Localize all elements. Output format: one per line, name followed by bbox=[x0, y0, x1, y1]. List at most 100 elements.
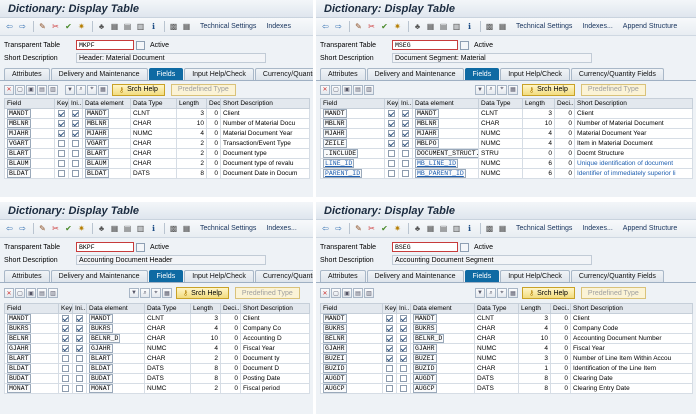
field-name-cell[interactable]: AUGDT bbox=[320, 373, 383, 384]
key-cell-checkbox[interactable] bbox=[388, 119, 395, 127]
data-element-cell[interactable]: BUZEI bbox=[410, 353, 475, 364]
data-type-cell[interactable]: CHAR bbox=[474, 323, 519, 334]
key-cell[interactable] bbox=[54, 108, 69, 119]
initial-cell-checkbox[interactable] bbox=[402, 129, 409, 137]
initial-cell-checkbox[interactable] bbox=[72, 119, 79, 127]
length-cell[interactable]: 3 bbox=[176, 108, 207, 119]
check-icon[interactable]: ✔ bbox=[63, 21, 74, 32]
key-cell-checkbox[interactable] bbox=[62, 384, 69, 392]
activate-icon[interactable]: ✷ bbox=[76, 21, 87, 32]
where-used-icon[interactable]: ♣ bbox=[96, 223, 107, 234]
find-icon[interactable]: ⌕ bbox=[486, 288, 496, 298]
table-contents-icon[interactable]: ▦ bbox=[181, 21, 192, 32]
technical-settings-button[interactable]: Technical Settings bbox=[200, 23, 256, 30]
data-type-cell[interactable]: CLNT bbox=[478, 108, 523, 119]
display-object-list-icon[interactable]: ▤ bbox=[122, 223, 133, 234]
decimals-cell[interactable]: 0 bbox=[554, 138, 575, 149]
data-element-cell[interactable]: BLAUM bbox=[82, 158, 131, 169]
short-description-cell[interactable]: Identification of the Line Item bbox=[570, 363, 693, 374]
data-type-cell[interactable]: CLNT bbox=[130, 108, 177, 119]
key-cell[interactable] bbox=[54, 118, 69, 129]
check-icon[interactable]: ✔ bbox=[63, 223, 74, 234]
length-cell[interactable]: 4 bbox=[522, 128, 555, 139]
field-name-cell[interactable]: BLART bbox=[4, 148, 55, 159]
where-used-icon[interactable]: ♣ bbox=[412, 21, 423, 32]
length-cell[interactable]: 4 bbox=[190, 343, 221, 354]
field-name-cell[interactable]: BLART bbox=[4, 353, 59, 364]
hierarchy-icon[interactable]: ▦ bbox=[425, 223, 436, 234]
search-help-button[interactable]: ⚷ Srch Help bbox=[522, 287, 575, 299]
key-cell[interactable] bbox=[382, 353, 397, 364]
back-arrow-icon[interactable]: ⇦ bbox=[4, 21, 15, 32]
key-cell-checkbox[interactable] bbox=[386, 324, 393, 332]
cut-icon[interactable]: ▢ bbox=[331, 84, 341, 95]
tab-attributes[interactable]: Attributes bbox=[320, 68, 366, 80]
other-object-icon[interactable]: ✎ bbox=[353, 223, 364, 234]
decimals-cell[interactable]: 0 bbox=[550, 323, 571, 334]
initial-cell[interactable] bbox=[72, 383, 87, 394]
indexes-button[interactable]: Indexes... bbox=[582, 225, 612, 232]
key-cell[interactable] bbox=[58, 353, 73, 364]
table-row[interactable]: AUGCP AUGCP DATS 8 0 Clearing Entry Date bbox=[320, 383, 693, 394]
key-cell-checkbox[interactable] bbox=[388, 169, 395, 177]
key-cell[interactable] bbox=[384, 128, 399, 139]
table-row[interactable]: MANDT MANDT CLNT 3 0 Client bbox=[4, 108, 310, 119]
initial-cell[interactable] bbox=[396, 363, 411, 374]
initial-cell-checkbox[interactable] bbox=[402, 119, 409, 127]
data-type-cell[interactable]: DATS bbox=[144, 363, 191, 374]
column-header-decimals[interactable]: Deci... bbox=[206, 98, 221, 109]
hierarchy-icon[interactable]: ▦ bbox=[109, 223, 120, 234]
table-row[interactable]: MONAT MONAT NUMC 2 0 Fiscal period bbox=[4, 383, 310, 394]
short-description-cell[interactable]: Unique identification of document bbox=[574, 158, 693, 169]
info-icon[interactable]: ℹ bbox=[148, 223, 159, 234]
length-cell[interactable]: 4 bbox=[518, 323, 551, 334]
length-cell[interactable]: 10 bbox=[522, 118, 555, 129]
short-description-cell[interactable]: Fiscal Year bbox=[570, 343, 693, 354]
delete-row-icon[interactable]: ✕ bbox=[320, 84, 330, 95]
data-element-cell[interactable]: BELNR_D bbox=[410, 333, 475, 344]
data-element-cell[interactable]: MJAHR bbox=[82, 128, 131, 139]
decimals-cell[interactable]: 0 bbox=[206, 128, 221, 139]
other-object-icon[interactable]: ✎ bbox=[353, 21, 364, 32]
short-description-cell[interactable]: Document type of revalu bbox=[220, 158, 310, 169]
search-help-button[interactable]: ⚷ Srch Help bbox=[522, 83, 575, 96]
column-header-data-type[interactable]: Data Type bbox=[144, 303, 191, 314]
column-header-data-type[interactable]: Data Type bbox=[474, 303, 519, 314]
table-contents-icon[interactable]: ▦ bbox=[181, 223, 192, 234]
length-cell[interactable]: 1 bbox=[518, 363, 551, 374]
delete-row-icon[interactable]: ✕ bbox=[4, 84, 14, 95]
data-element-cell[interactable]: AUGCP bbox=[410, 383, 475, 394]
display-change-icon[interactable]: ✂ bbox=[50, 223, 61, 234]
initial-cell[interactable] bbox=[68, 168, 83, 179]
key-cell[interactable] bbox=[58, 373, 73, 384]
key-cell[interactable] bbox=[58, 313, 73, 324]
copy-button[interactable] bbox=[136, 242, 145, 252]
search-help-button[interactable]: ⚷ Srch Help bbox=[176, 287, 229, 299]
field-name-cell[interactable]: BLAUM bbox=[4, 158, 55, 169]
data-element-cell[interactable]: BLART bbox=[82, 148, 131, 159]
column-header-initial[interactable]: Ini... bbox=[396, 303, 411, 314]
contents-icon[interactable]: ▩ bbox=[168, 223, 179, 234]
technical-settings-button[interactable]: Technical Settings bbox=[516, 23, 572, 30]
column-header-short-description[interactable]: Short Description bbox=[220, 98, 310, 109]
filter-icon[interactable]: ▼ bbox=[475, 288, 485, 298]
data-type-cell[interactable]: NUMC bbox=[144, 383, 191, 394]
back-arrow-icon[interactable]: ⇦ bbox=[4, 223, 15, 234]
decimals-cell[interactable]: 0 bbox=[220, 373, 241, 384]
initial-cell-checkbox[interactable] bbox=[72, 159, 79, 167]
key-cell-checkbox[interactable] bbox=[386, 374, 393, 382]
forward-arrow-icon[interactable]: ⇨ bbox=[17, 21, 28, 32]
key-cell-checkbox[interactable] bbox=[386, 354, 393, 362]
initial-cell[interactable] bbox=[398, 158, 413, 169]
data-type-cell[interactable]: NUMC bbox=[144, 343, 191, 354]
length-cell[interactable]: 10 bbox=[190, 333, 221, 344]
activate-icon[interactable]: ✷ bbox=[76, 223, 87, 234]
filter-icon[interactable]: ▼ bbox=[475, 84, 485, 95]
info-icon[interactable]: ℹ bbox=[148, 21, 159, 32]
paste-icon[interactable]: ▤ bbox=[353, 84, 363, 95]
key-cell[interactable] bbox=[58, 383, 73, 394]
initial-cell[interactable] bbox=[72, 363, 87, 374]
activate-icon[interactable]: ✷ bbox=[392, 21, 403, 32]
table-row[interactable]: BUZEI BUZEI NUMC 3 0 Number of Line Item With… bbox=[320, 353, 693, 364]
tab-attributes[interactable]: Attributes bbox=[320, 270, 366, 282]
